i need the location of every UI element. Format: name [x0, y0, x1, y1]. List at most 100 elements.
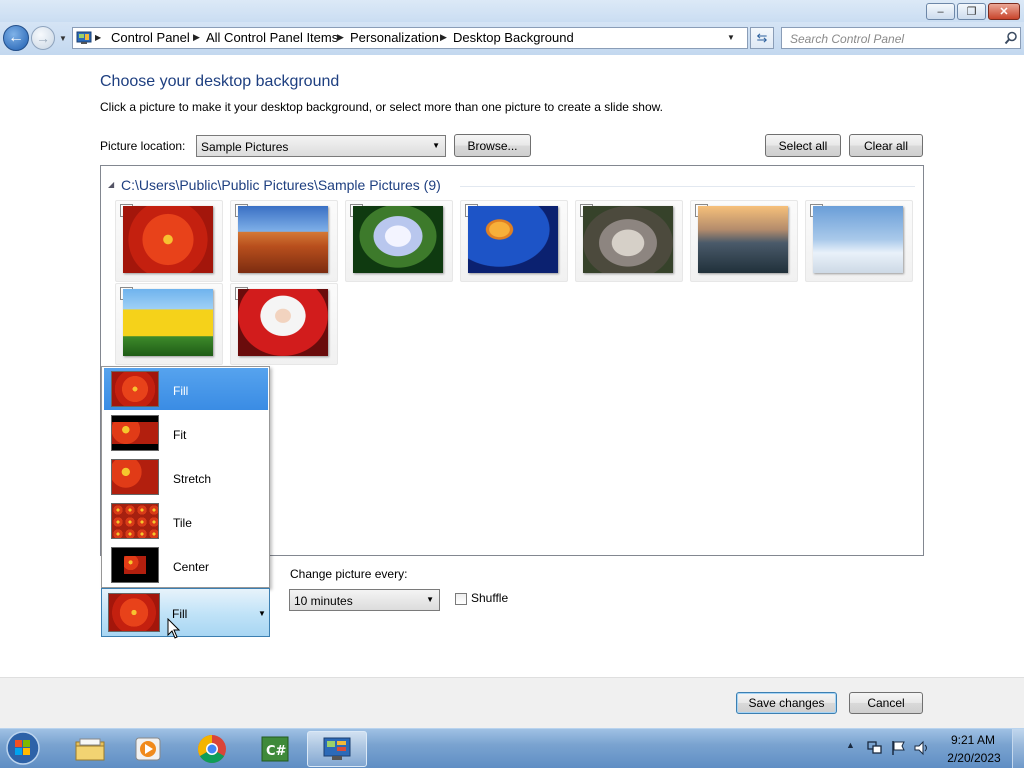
- network-icon[interactable]: [866, 740, 882, 756]
- start-orb[interactable]: [2, 729, 42, 767]
- picture-location-dropdown[interactable]: Sample Pictures ▼: [196, 135, 446, 157]
- mouse-cursor-icon: [167, 618, 181, 639]
- jellyfish-thumbnail: [468, 206, 558, 273]
- shuffle-checkbox[interactable]: [455, 593, 467, 605]
- back-button[interactable]: ←: [3, 25, 29, 51]
- position-option-tile[interactable]: Tile: [104, 500, 268, 542]
- search-box[interactable]: [781, 27, 1021, 49]
- recent-pages-dropdown[interactable]: ▼: [59, 34, 67, 43]
- address-history-dropdown-icon[interactable]: ▼: [727, 33, 735, 42]
- position-option-label: Fill: [173, 384, 189, 398]
- position-option-label: Center: [173, 560, 210, 574]
- media-player-taskbar-button[interactable]: [120, 731, 176, 767]
- volume-icon[interactable]: [913, 740, 931, 756]
- minimize-button[interactable]: –: [926, 3, 955, 20]
- group-header[interactable]: C:\Users\Public\Public Pictures\Sample P…: [121, 177, 441, 193]
- position-option-label: Tile: [173, 516, 192, 530]
- fill-preview-icon: [108, 593, 160, 632]
- change-picture-label: Change picture every:: [290, 567, 408, 581]
- minimize-icon: –: [937, 5, 944, 18]
- picture-tile-tulips[interactable]: ✓: [115, 283, 223, 365]
- position-option-label: Fit: [173, 428, 187, 442]
- control-panel-icon: [76, 31, 92, 44]
- fill-preview-icon: [111, 371, 159, 407]
- picture-tile-santa[interactable]: ✓: [230, 283, 338, 365]
- picture-tile-penguins[interactable]: ✓: [805, 200, 913, 282]
- breadcrumb-desktop-background[interactable]: Desktop Background: [453, 30, 574, 45]
- chrysanthemum-thumbnail: [123, 206, 213, 273]
- picture-tile-jellyfish[interactable]: ✓: [460, 200, 568, 282]
- position-option-stretch[interactable]: Stretch: [104, 456, 268, 498]
- chrome-taskbar-button[interactable]: [184, 731, 240, 767]
- control-panel-icon: [323, 737, 351, 760]
- group-divider: [460, 186, 915, 187]
- chrome-icon: [198, 735, 226, 763]
- koala-thumbnail: [583, 206, 673, 273]
- picture-location-label: Picture location:: [100, 139, 186, 153]
- lighthouse-thumbnail: [698, 206, 788, 273]
- show-hidden-icons-icon[interactable]: ▲: [846, 740, 855, 750]
- clear-all-button[interactable]: Clear all: [849, 134, 923, 157]
- refresh-icon: ⇆: [756, 30, 768, 45]
- search-input[interactable]: [788, 29, 1002, 49]
- tile-preview-icon: [111, 503, 159, 539]
- breadcrumb-personalization[interactable]: Personalization: [350, 30, 439, 45]
- breadcrumb-separator-icon[interactable]: ▶: [440, 32, 447, 43]
- breadcrumb-all-items[interactable]: All Control Panel Items: [206, 30, 338, 45]
- cancel-button[interactable]: Cancel: [849, 692, 923, 714]
- stretch-preview-icon: [111, 459, 159, 495]
- picture-position-dropdown[interactable]: Fill ▼: [101, 588, 270, 637]
- position-option-fill[interactable]: Fill: [104, 368, 268, 410]
- restore-button[interactable]: ❐: [957, 3, 986, 20]
- back-arrow-icon: ←: [8, 29, 24, 46]
- picture-tile-hydrangeas[interactable]: ✓: [345, 200, 453, 282]
- center-preview-icon: [111, 547, 159, 583]
- media-player-icon: [135, 737, 161, 761]
- position-option-center[interactable]: Center: [104, 544, 268, 586]
- position-option-label: Stretch: [173, 472, 212, 486]
- search-icon[interactable]: [1004, 31, 1018, 45]
- breadcrumb-separator-icon: ▶: [95, 33, 102, 42]
- svg-text:C#: C#: [266, 744, 287, 759]
- file-explorer-taskbar-button[interactable]: [62, 731, 118, 767]
- show-desktop-button[interactable]: [1012, 729, 1024, 768]
- select-all-button[interactable]: Select all: [765, 134, 841, 157]
- page-title: Choose your desktop background: [100, 73, 340, 90]
- file-explorer-icon: [75, 738, 105, 761]
- refresh-button[interactable]: ⇆: [750, 27, 774, 49]
- position-option-fit[interactable]: Fit: [104, 412, 268, 454]
- chevron-down-icon: ▼: [426, 595, 434, 604]
- forward-button[interactable]: →: [31, 26, 55, 50]
- change-interval-value: 10 minutes: [294, 594, 353, 608]
- fit-preview-icon: [111, 415, 159, 451]
- csharp-project-taskbar-button[interactable]: C#: [247, 731, 303, 767]
- close-icon: ✕: [999, 6, 1009, 18]
- csharp-project-icon: C#: [261, 736, 289, 762]
- clock-date[interactable]: 2/20/2023: [946, 751, 1002, 765]
- collapse-group-icon[interactable]: ◢: [108, 180, 114, 189]
- clock-time[interactable]: 9:21 AM: [950, 733, 996, 747]
- control-panel-taskbar-button[interactable]: [307, 731, 367, 767]
- breadcrumb-control-panel[interactable]: Control Panel: [111, 30, 190, 45]
- chevron-down-icon: ▼: [258, 609, 266, 618]
- picture-position-menu: Fill Fit Stretch Tile Center: [101, 366, 270, 588]
- desert-thumbnail: [238, 206, 328, 273]
- breadcrumb-separator-icon[interactable]: ▶: [193, 32, 200, 43]
- picture-tile-lighthouse[interactable]: ✓: [690, 200, 798, 282]
- change-interval-dropdown[interactable]: 10 minutes ▼: [289, 589, 440, 611]
- picture-tile-koala[interactable]: ✓: [575, 200, 683, 282]
- picture-tile-desert[interactable]: ✓: [230, 200, 338, 282]
- santa-thumbnail: [238, 289, 328, 356]
- picture-location-value: Sample Pictures: [201, 140, 289, 154]
- penguins-thumbnail: [813, 206, 903, 273]
- tulips-thumbnail: [123, 289, 213, 356]
- breadcrumb-separator-icon[interactable]: ▶: [337, 32, 344, 43]
- action-center-flag-icon[interactable]: [890, 740, 906, 756]
- chevron-down-icon: ▼: [432, 141, 440, 150]
- save-changes-button[interactable]: Save changes: [736, 692, 837, 714]
- close-button[interactable]: ✕: [988, 3, 1020, 20]
- browse-button[interactable]: Browse...: [454, 134, 531, 157]
- shuffle-label[interactable]: Shuffle: [471, 591, 508, 605]
- forward-arrow-icon: →: [36, 30, 50, 46]
- picture-tile-chrysanthemum[interactable]: ✓: [115, 200, 223, 282]
